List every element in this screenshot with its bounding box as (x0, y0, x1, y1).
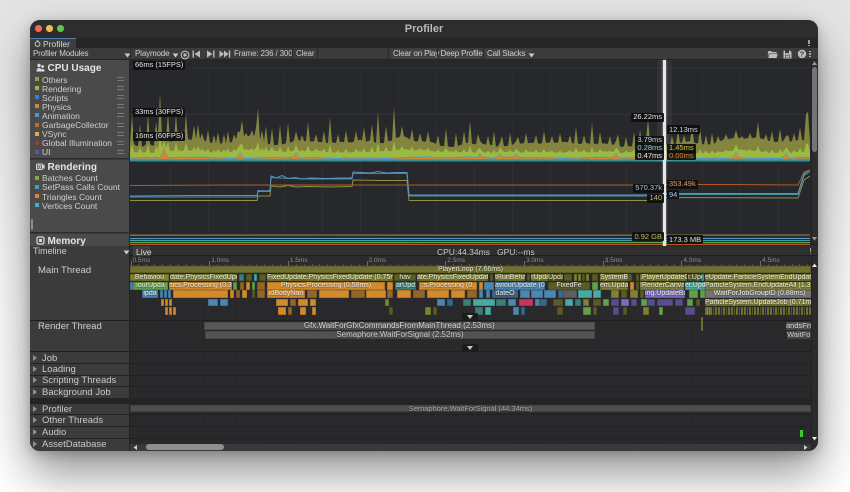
svg-text:?: ? (799, 50, 803, 59)
